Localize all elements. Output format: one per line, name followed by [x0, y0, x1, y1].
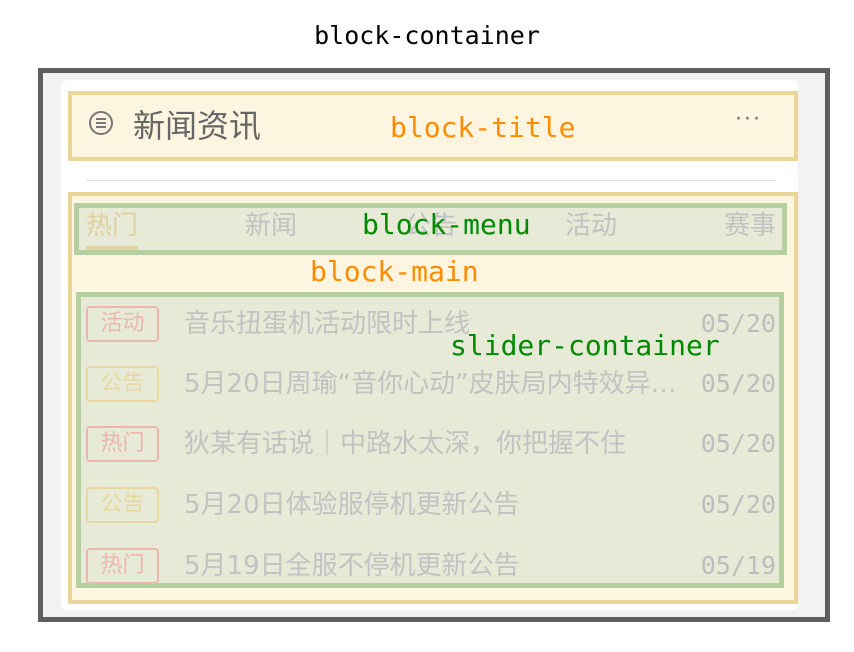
menu-tab-hot[interactable]: 热门 — [86, 207, 138, 245]
active-tab-underline — [86, 246, 138, 250]
news-tag: 活动 — [86, 306, 159, 342]
news-row[interactable]: 公告 5月20日周瑜“音你心动”皮肤局内特效异… 05/20 — [86, 364, 776, 404]
news-row[interactable]: 热门 狄某有话说｜中路水太深，你把握不住 05/20 — [86, 424, 776, 464]
more-dots-icon[interactable]: ··· — [735, 109, 775, 131]
news-row[interactable]: 公告 5月20日体验服停机更新公告 05/20 — [86, 485, 776, 525]
slider-container-label: slider-container — [450, 329, 720, 362]
page-title: block-container — [314, 21, 540, 50]
news-title[interactable]: 狄某有话说｜中路水太深，你把握不住 — [184, 424, 684, 464]
block-menu-label: block-menu — [362, 208, 531, 241]
news-title[interactable]: 5月19日全服不停机更新公告 — [184, 546, 684, 586]
block-title-text: 新闻资讯 — [133, 107, 262, 145]
block-main-label: block-main — [310, 255, 479, 288]
news-date: 05/20 — [700, 490, 776, 519]
news-title[interactable]: 5月20日体验服停机更新公告 — [184, 485, 684, 525]
list-circle-icon — [89, 111, 113, 135]
news-date: 05/20 — [700, 429, 776, 458]
news-tag: 公告 — [86, 366, 159, 402]
divider — [86, 180, 776, 181]
menu-tab-event[interactable]: 赛事 — [724, 207, 776, 245]
menu-tab-activity[interactable]: 活动 — [565, 207, 617, 245]
news-row[interactable]: 热门 5月19日全服不停机更新公告 05/19 — [86, 546, 776, 586]
menu-tab-news[interactable]: 新闻 — [245, 207, 297, 245]
news-title[interactable]: 5月20日周瑜“音你心动”皮肤局内特效异… — [184, 364, 684, 404]
news-date: 05/20 — [700, 369, 776, 398]
news-tag: 热门 — [86, 426, 159, 462]
news-tag: 公告 — [86, 487, 159, 523]
news-date: 05/19 — [700, 551, 776, 580]
news-tag: 热门 — [86, 548, 159, 584]
block-title-label: block-title — [390, 111, 576, 144]
